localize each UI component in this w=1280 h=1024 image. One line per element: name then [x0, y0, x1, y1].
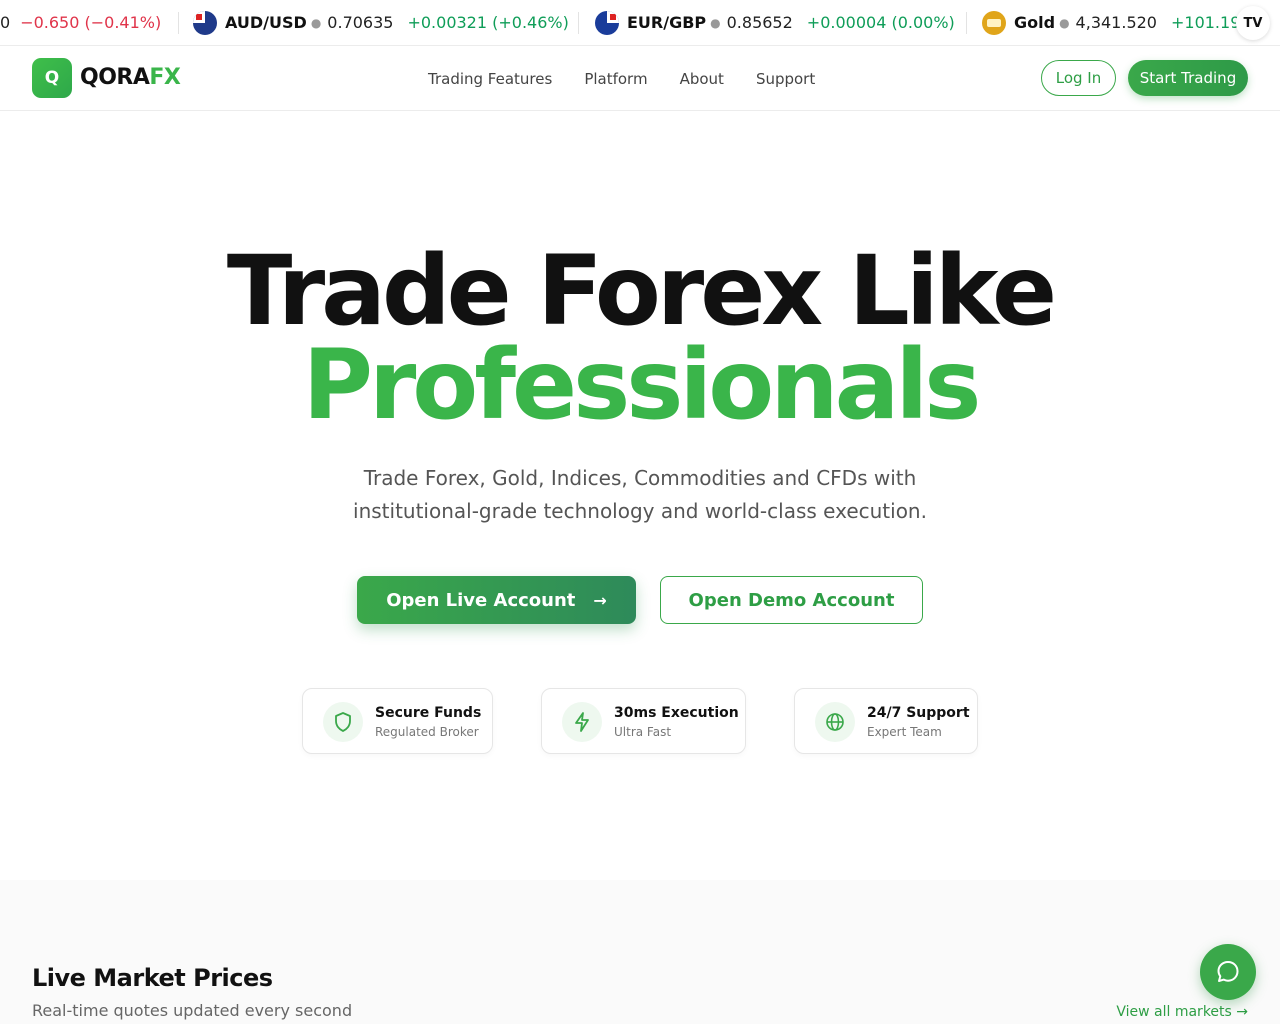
top-navigation: Q QORAFX Trading Features Platform About…: [0, 46, 1280, 111]
ticker-fragment: 0: [0, 13, 11, 32]
ticker-price: 0.85652: [726, 13, 793, 32]
globe-icon: [815, 702, 855, 742]
logo-mark-icon[interactable]: Q: [32, 58, 72, 98]
arrow-right-icon: →: [593, 590, 607, 610]
shield-icon: [323, 702, 363, 742]
lightning-icon: [562, 702, 602, 742]
ticker-price: 4,341.520: [1075, 13, 1157, 32]
price-ticker: 0 −0.650 (−0.41%) AUD/USD ● 0.70635 +0.0…: [0, 0, 1280, 46]
hero-title-line2: Professionals: [302, 329, 982, 441]
open-live-account-label: Open Live Account: [386, 589, 576, 611]
chat-bubble-icon: [1217, 961, 1239, 982]
nav-links: Trading Features Platform About Support: [428, 70, 815, 88]
feature-card-execution: 30ms Execution Ultra Fast: [541, 688, 746, 754]
feature-subtitle: Expert Team: [867, 725, 942, 739]
feature-title: Secure Funds: [375, 705, 482, 721]
section-subtitle: Real-time quotes updated every second: [32, 1001, 353, 1020]
hero-subtitle: Trade Forex, Gold, Indices, Commodities …: [353, 466, 927, 523]
ticker-symbol: AUD/USD: [225, 13, 307, 32]
login-button[interactable]: Log In: [1041, 60, 1116, 96]
ticker-dot-icon: ●: [710, 15, 721, 30]
gold-icon: [982, 10, 1006, 35]
ticker-dot-icon: ●: [310, 15, 322, 30]
ticker-dot-icon: ●: [1059, 15, 1070, 30]
nav-link-platform[interactable]: Platform: [584, 70, 647, 88]
open-demo-account-button[interactable]: Open Demo Account: [660, 576, 923, 624]
feature-title: 30ms Execution: [614, 705, 739, 721]
view-all-markets-link[interactable]: View all markets →: [1116, 1004, 1248, 1020]
ticker-symbol: EUR/GBP: [627, 13, 707, 32]
logo-text-accent: FX: [149, 65, 181, 90]
ticker-symbol: Gold: [1014, 13, 1056, 32]
ticker-divider: [578, 12, 579, 34]
feature-card-support: 24/7 Support Expert Team: [794, 688, 978, 754]
start-trading-button[interactable]: Start Trading: [1128, 60, 1248, 96]
feature-subtitle: Regulated Broker: [375, 725, 479, 739]
ticker-item-audusd[interactable]: AUD/USD ● 0.70635 +0.00321 (+0.46%): [193, 0, 569, 45]
feature-card-secure-funds: Secure Funds Regulated Broker: [302, 688, 493, 754]
aud-flag-icon: [193, 10, 217, 35]
live-market-section: Live Market Prices Real-time quotes upda…: [0, 880, 1280, 1024]
eur-flag-icon: [595, 10, 619, 35]
ticker-item-eurgbp[interactable]: EUR/GBP ● 0.85652 +0.00004 (0.00%): [595, 0, 955, 45]
chat-button[interactable]: [1200, 944, 1256, 1000]
feature-subtitle: Ultra Fast: [614, 725, 672, 739]
ticker-divider: [178, 12, 179, 34]
ticker-item-partial[interactable]: 0 −0.650 (−0.41%): [0, 0, 161, 45]
ticker-change: +0.00321 (+0.46%): [407, 13, 569, 32]
nav-link-trading-features[interactable]: Trading Features: [428, 70, 552, 88]
nav-link-support[interactable]: Support: [756, 70, 815, 88]
ticker-change: −0.650 (−0.41%): [20, 13, 162, 32]
tradingview-logo-icon[interactable]: TV: [1236, 6, 1270, 40]
logo-wordmark[interactable]: QORAFX: [80, 65, 181, 90]
logo-text-primary: QORA: [80, 65, 150, 90]
open-live-account-button[interactable]: Open Live Account →: [357, 576, 636, 624]
ticker-price: 0.70635: [327, 13, 394, 32]
nav-link-about[interactable]: About: [680, 70, 724, 88]
section-title: Live Market Prices: [32, 964, 273, 992]
feature-title: 24/7 Support: [867, 705, 970, 721]
ticker-divider: [966, 12, 967, 34]
ticker-change: +0.00004 (0.00%): [806, 13, 955, 32]
